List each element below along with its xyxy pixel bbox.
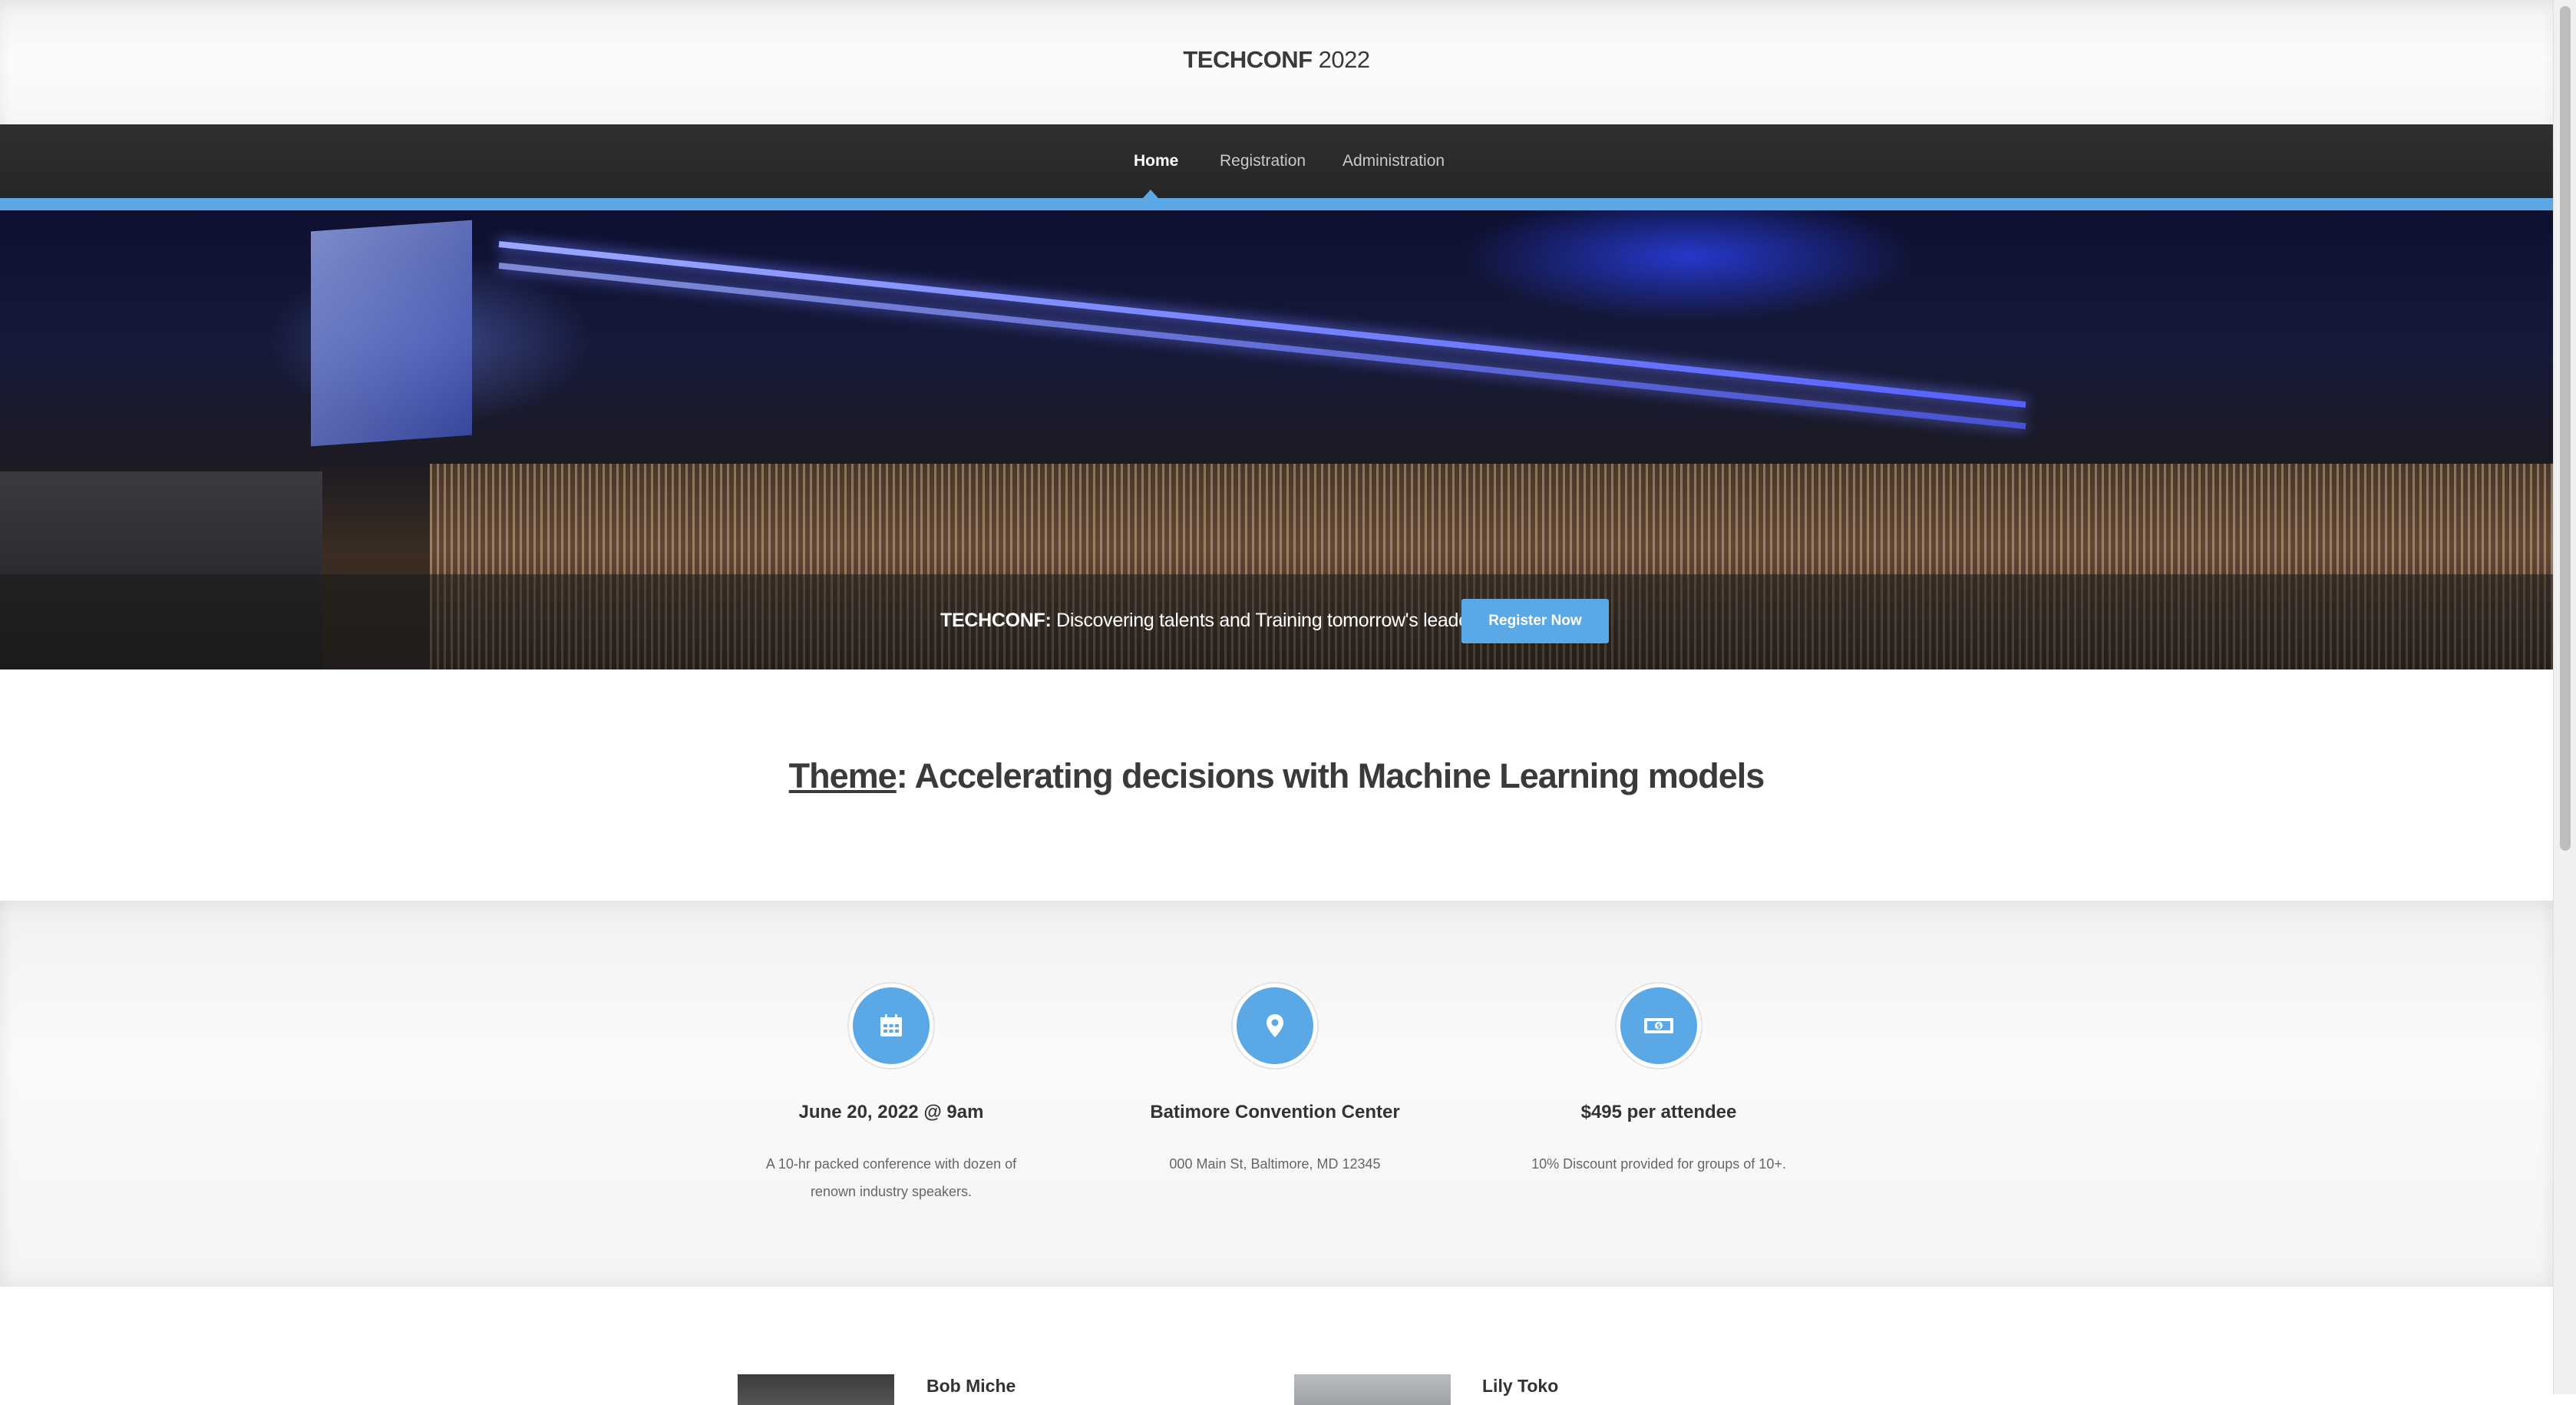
hero-caption: TECHCONF: Discovering talents and Traini… [940, 610, 1485, 632]
nav-item-home[interactable]: Home [1134, 152, 1178, 170]
map-pin-icon [1233, 984, 1317, 1068]
site-header: TECHCONF 2022 [0, 0, 2553, 124]
speaker-name[interactable]: Bob Miche [926, 1376, 1016, 1397]
main-nav: Home Registration Administration [0, 124, 2553, 198]
hero-banner: TECHCONF: Discovering talents and Traini… [0, 210, 2553, 669]
features-section: June 20, 2022 @ 9am A 10-hr packed confe… [0, 901, 2553, 1287]
money-icon: $ [1617, 984, 1701, 1068]
speaker-name[interactable]: Lily Toko [1482, 1376, 1558, 1397]
feature-title: $495 per attendee [1580, 1102, 1737, 1122]
active-nav-indicator [1143, 190, 1158, 198]
svg-text:$: $ [1656, 1023, 1661, 1031]
speaker-photo[interactable] [738, 1374, 894, 1405]
accent-bar [0, 198, 2553, 210]
feature-description: 10% Discount provided for groups of 10+. [1531, 1156, 1786, 1172]
theme-heading: Theme: Accelerating decisions with Machi… [0, 756, 2553, 796]
calendar-icon [849, 984, 933, 1068]
theme-text: : Accelerating decisions with Machine Le… [896, 756, 1765, 795]
hero-light-beam [498, 241, 2026, 408]
feature-description: 000 Main St, Baltimore, MD 12345 [1169, 1156, 1381, 1172]
register-now-button[interactable]: Register Now [1461, 599, 1609, 643]
site-title[interactable]: TECHCONF 2022 [0, 46, 2553, 74]
scrollbar-thumb[interactable] [2560, 6, 2571, 851]
feature-title: June 20, 2022 @ 9am [798, 1102, 984, 1122]
nav-item-administration[interactable]: Administration [1342, 152, 1445, 170]
hero-caption-brand: TECHCONF: [940, 610, 1052, 631]
feature-title: Batimore Convention Center [1150, 1102, 1400, 1122]
feature-description: A 10-hr packed conference with dozen of … [765, 1156, 1017, 1199]
hero-caption-text: Discovering talents and Training tomorro… [1051, 610, 1485, 631]
speaker-photo[interactable] [1294, 1374, 1451, 1405]
theme-label: Theme [788, 756, 897, 795]
hero-light-beam [498, 263, 2026, 430]
site-title-year: 2022 [1312, 46, 1370, 73]
hero-stage-screen [311, 220, 472, 447]
nav-item-registration[interactable]: Registration [1220, 152, 1306, 170]
site-title-brand: TECHCONF [1183, 46, 1313, 73]
page-scrollbar[interactable] [2553, 0, 2576, 1394]
